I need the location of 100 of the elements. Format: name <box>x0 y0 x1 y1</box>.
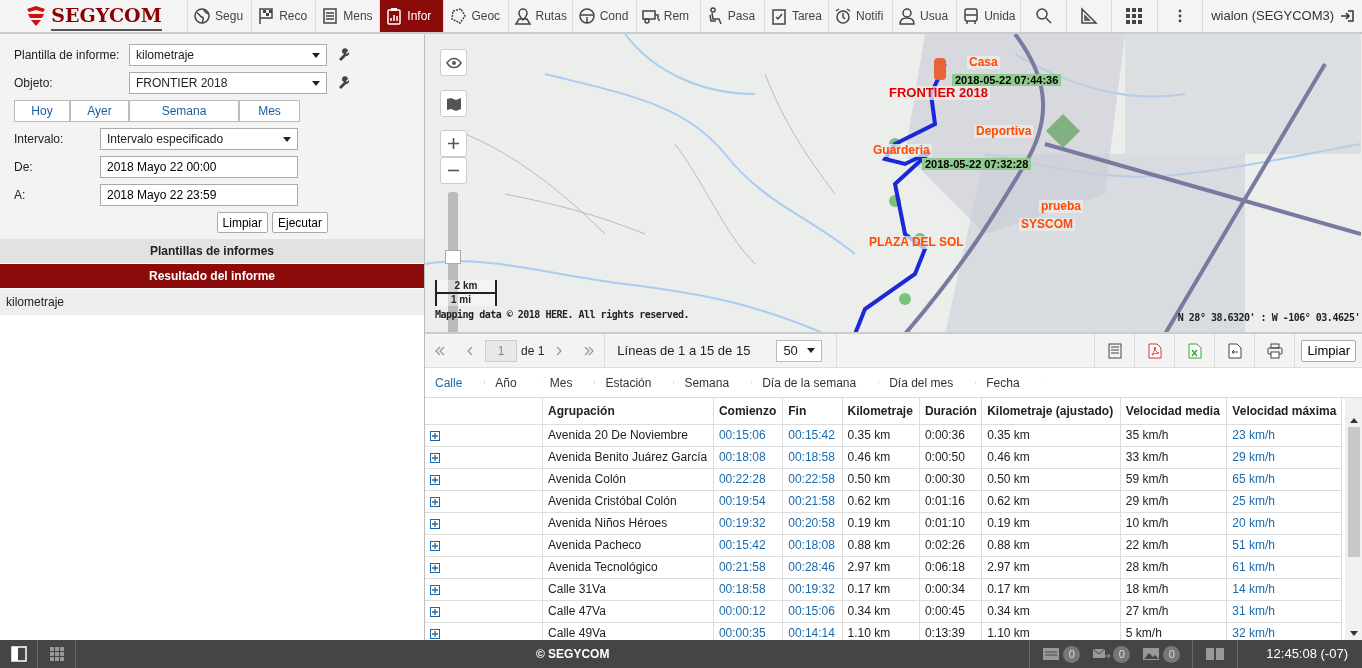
column-header[interactable]: Comienzo <box>713 398 783 424</box>
period-button[interactable]: Semana <box>129 100 239 122</box>
grouping-tab[interactable]: Año <box>485 367 540 398</box>
expand-icon[interactable] <box>430 584 440 595</box>
map-layers-button[interactable] <box>440 90 467 117</box>
table-cell: 0.62 km <box>842 490 920 512</box>
column-header[interactable]: Duración <box>919 398 982 424</box>
table-link[interactable]: 00:19:32 <box>782 578 842 600</box>
table-link[interactable]: 23 km/h <box>1226 424 1342 446</box>
dropdown[interactable]: kilometraje <box>129 44 327 66</box>
table-cell: Avenida Pacheco <box>542 534 714 556</box>
expand-icon[interactable] <box>430 606 440 617</box>
logout-icon[interactable] <box>1340 9 1355 23</box>
dropdown[interactable]: FRONTIER 2018 <box>129 72 327 94</box>
scrollbar[interactable] <box>1345 398 1362 640</box>
expand-icon[interactable] <box>430 540 440 551</box>
user-name[interactable]: wialon (SEGYCOM3) <box>1211 6 1335 26</box>
caret-icon <box>807 348 816 353</box>
period-button[interactable]: Hoy <box>14 100 70 122</box>
column-header[interactable]: Velocidad máxima <box>1226 398 1342 424</box>
table-link[interactable]: 00:22:58 <box>782 468 842 490</box>
ruler-triangle-icon[interactable] <box>1080 7 1098 25</box>
visibility-button[interactable] <box>440 49 467 76</box>
excel-file-icon[interactable] <box>1186 342 1203 359</box>
table-link[interactable]: 20 km/h <box>1226 512 1342 534</box>
table-link[interactable]: 00:18:08 <box>713 446 783 468</box>
page-size-dropdown[interactable]: 50 <box>776 339 823 362</box>
nav-tab[interactable]: Infor <box>379 0 444 32</box>
table-link[interactable]: 51 km/h <box>1226 534 1342 556</box>
grid-icon[interactable] <box>1125 7 1144 25</box>
grouping-tab[interactable]: Día del mes <box>879 367 977 398</box>
scroll-down-icon[interactable] <box>1349 631 1358 636</box>
table-link[interactable]: 14 km/h <box>1226 578 1342 600</box>
grouping-tab[interactable]: Calle <box>425 367 486 398</box>
table-link[interactable]: 00:21:58 <box>713 556 783 578</box>
table-link[interactable]: 61 km/h <box>1226 556 1342 578</box>
expand-icon[interactable] <box>430 562 440 573</box>
zoom-slider-thumb[interactable] <box>445 250 461 264</box>
table-link[interactable]: 29 km/h <box>1226 446 1342 468</box>
table-cell: 0:00:30 <box>919 468 982 490</box>
column-header[interactable]: Fin <box>782 398 842 424</box>
table-link[interactable]: 00:15:06 <box>713 424 783 446</box>
column-header[interactable]: Kilometraje (ajustado) <box>981 398 1121 424</box>
table-link[interactable]: 00:18:58 <box>713 578 783 600</box>
table-link[interactable]: 00:18:58 <box>782 446 842 468</box>
dropdown[interactable]: Intervalo especificado <box>100 128 298 150</box>
grouping-tab[interactable]: Día de la semana <box>752 367 880 398</box>
table-link[interactable]: 00:15:42 <box>782 424 842 446</box>
previous-page-icon[interactable] <box>465 346 475 357</box>
message-icon[interactable] <box>1042 646 1061 662</box>
grouping-tab[interactable]: Mes <box>539 367 596 398</box>
pdf-file-icon[interactable] <box>1146 342 1163 359</box>
expand-icon[interactable] <box>430 430 440 441</box>
scroll-up-icon[interactable] <box>1349 418 1358 423</box>
section-header[interactable]: Resultado del informe <box>0 264 424 289</box>
result-item[interactable]: kilometraje <box>0 289 424 315</box>
section-header[interactable]: Plantillas de informes <box>0 239 424 264</box>
expand-icon[interactable] <box>430 474 440 485</box>
table-link[interactable]: 00:28:46 <box>782 556 842 578</box>
table-cell: 0.34 km <box>842 600 920 622</box>
expand-icon[interactable] <box>430 496 440 507</box>
column-header[interactable]: Velocidad media <box>1120 398 1227 424</box>
image-icon[interactable] <box>1142 646 1161 662</box>
expand-icon[interactable] <box>430 518 440 529</box>
table-cell: 0.19 km <box>981 512 1121 534</box>
table-link[interactable]: 00:20:58 <box>782 512 842 534</box>
book-icon[interactable] <box>1205 647 1226 661</box>
action-button[interactable]: Ejecutar <box>271 212 328 233</box>
table-link[interactable]: 00:15:06 <box>782 600 842 622</box>
grouping-tab[interactable]: Fecha <box>976 367 1043 398</box>
table-link[interactable]: 00:22:28 <box>713 468 783 490</box>
first-page-icon[interactable] <box>435 346 445 357</box>
date-field[interactable]: 2018 Mayo 22 23:59 <box>100 184 298 206</box>
table-link[interactable]: 00:21:58 <box>782 490 842 512</box>
table-link[interactable]: 31 km/h <box>1226 600 1342 622</box>
column-header[interactable]: Agrupación <box>542 398 714 424</box>
table-link[interactable]: 65 km/h <box>1226 468 1342 490</box>
expand-icon[interactable] <box>430 628 440 639</box>
period-button[interactable]: Mes <box>239 100 300 122</box>
clear-button[interactable]: Limpiar <box>1301 339 1356 362</box>
period-button[interactable]: Ayer <box>70 100 129 122</box>
panel-toggle-icon[interactable] <box>10 646 27 662</box>
table-link[interactable]: 00:19:32 <box>713 512 783 534</box>
last-page-icon[interactable] <box>584 346 595 357</box>
grouping-tab[interactable]: Semana <box>674 367 753 398</box>
table-link[interactable]: 00:19:54 <box>713 490 783 512</box>
grouping-tab[interactable]: Estación <box>595 367 675 398</box>
table-link[interactable]: 00:00:12 <box>713 600 783 622</box>
table-link[interactable]: 00:15:42 <box>713 534 783 556</box>
table-link[interactable]: 25 km/h <box>1226 490 1342 512</box>
table-cell: Avenida Colón <box>542 468 714 490</box>
zoom-in-button[interactable] <box>440 130 467 157</box>
import-file-icon[interactable] <box>1226 342 1243 359</box>
table-link[interactable]: 00:18:08 <box>782 534 842 556</box>
printer-icon[interactable] <box>1266 342 1283 359</box>
column-header[interactable]: Kilometraje <box>842 398 920 424</box>
action-button[interactable]: Limpiar <box>216 212 268 233</box>
search-icon[interactable] <box>1034 7 1053 25</box>
expand-icon[interactable] <box>430 452 440 463</box>
date-field[interactable]: 2018 Mayo 22 00:00 <box>100 156 298 178</box>
